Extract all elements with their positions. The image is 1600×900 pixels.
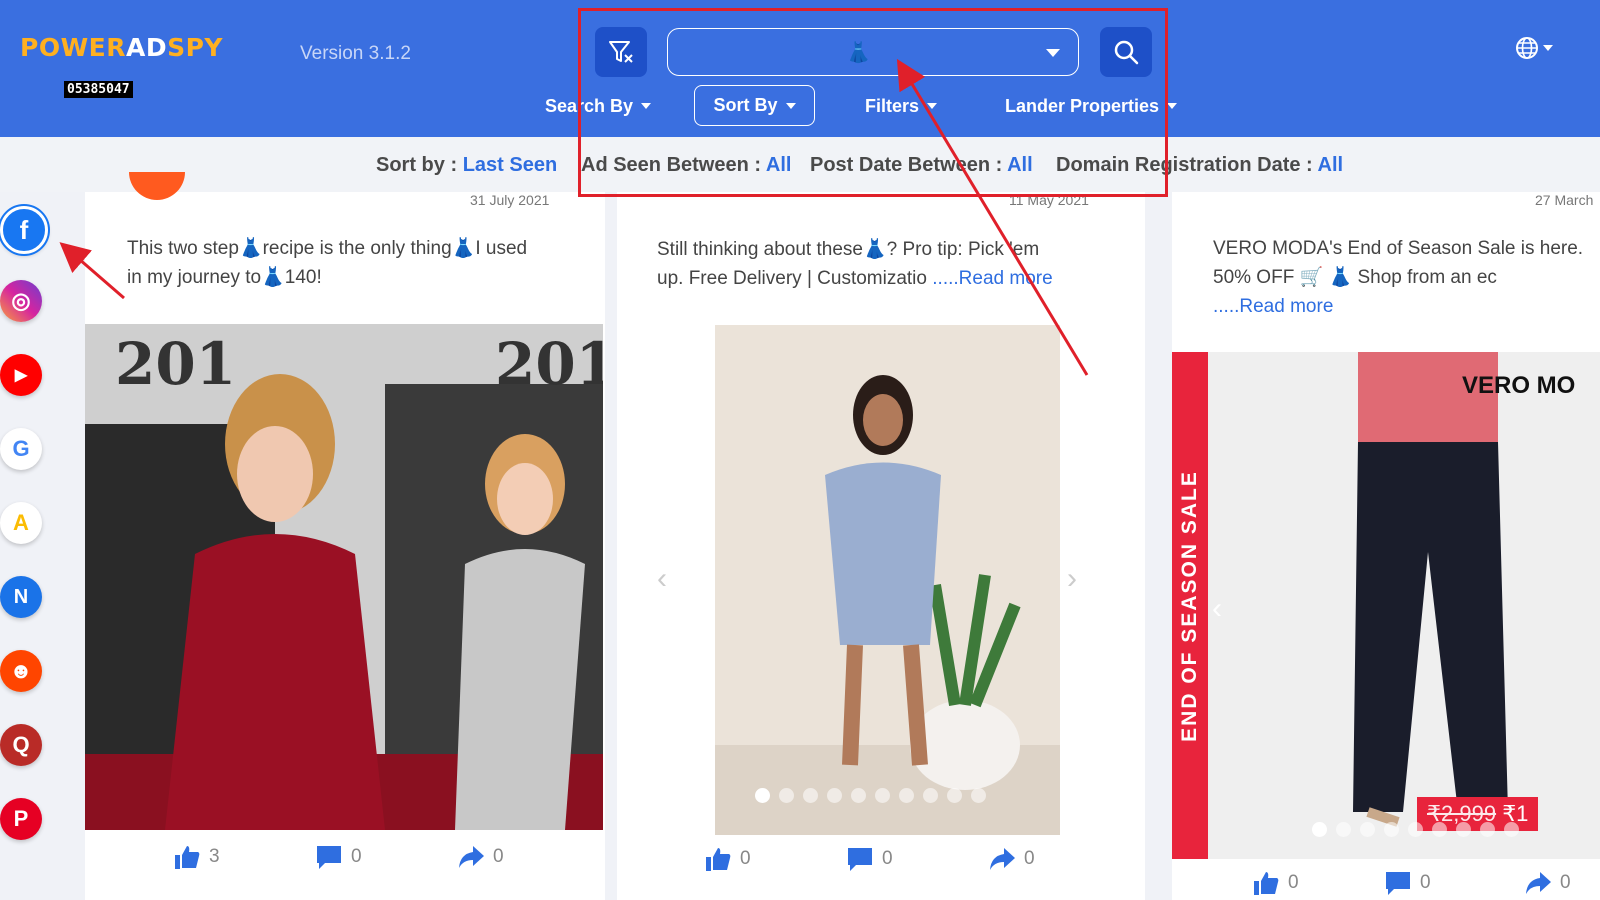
- reddit-icon[interactable]: ☻: [0, 650, 42, 692]
- ad-image[interactable]: [715, 325, 1060, 835]
- ad-card[interactable]: 27 March VERO MODA's End of Season Sale …: [1172, 192, 1600, 900]
- post-date-value-link[interactable]: All: [1007, 154, 1033, 176]
- search-button[interactable]: [1100, 27, 1152, 77]
- chevron-down-icon: [927, 103, 938, 109]
- svg-text:201: 201: [495, 330, 603, 398]
- post-date-summary: Post Date Between : All: [810, 154, 1033, 176]
- filters-dropdown[interactable]: Filters: [865, 94, 938, 118]
- chevron-down-icon: [641, 103, 652, 109]
- dress-emoji: 👗: [846, 42, 871, 64]
- comment-button[interactable]: 0: [846, 846, 893, 872]
- ad-text: This two step👗recipe is the only thing👗I…: [127, 238, 528, 288]
- comment-icon: [1386, 872, 1410, 895]
- pinterest-icon[interactable]: P: [0, 798, 42, 840]
- like-button[interactable]: 3: [173, 844, 220, 870]
- sort-summary: Sort by : Last Seen: [376, 154, 558, 176]
- share-button[interactable]: 0: [1524, 870, 1571, 896]
- ad-text: VERO MODA's End of Season Sale is here. …: [1213, 238, 1584, 317]
- chevron-down-icon: [785, 102, 796, 109]
- app-logo[interactable]: POWERADSPY: [20, 33, 223, 62]
- ad-image[interactable]: END OF SEASON SALE VERO MO ‹ ₹2,999 ₹1: [1172, 352, 1600, 859]
- ad-card[interactable]: 31 July 2021 This two step👗recipe is the…: [85, 172, 605, 900]
- comment-button[interactable]: 0: [315, 844, 362, 870]
- ad-text: Still thinking about these👗? Pro tip: Pi…: [657, 239, 1053, 289]
- read-more-link[interactable]: .....Read more: [1213, 296, 1333, 317]
- search-by-dropdown[interactable]: Search By: [545, 94, 652, 118]
- like-button[interactable]: 0: [704, 846, 751, 872]
- filter-clear-icon: [609, 41, 633, 63]
- search-input[interactable]: 👗: [667, 28, 1079, 76]
- user-id-badge: 05385047: [64, 81, 133, 98]
- ad-photo-illustration: [715, 325, 1060, 835]
- avatar: [129, 172, 185, 200]
- svg-text:201: 201: [115, 330, 236, 398]
- carousel-next-icon[interactable]: ›: [1067, 562, 1077, 596]
- search-icon: [1114, 40, 1139, 65]
- ad-seen-value-link[interactable]: All: [766, 154, 792, 176]
- quora-icon[interactable]: Q: [0, 724, 42, 766]
- thumbs-up-icon: [175, 846, 200, 869]
- carousel-prev-icon[interactable]: ‹: [1212, 592, 1222, 626]
- ad-seen-summary: Ad Seen Between : All: [581, 154, 792, 176]
- ad-image[interactable]: 201 201: [85, 324, 603, 830]
- post-date: 31 July 2021: [470, 192, 550, 208]
- clear-filter-button[interactable]: [595, 27, 647, 77]
- carousel-dots[interactable]: [755, 788, 986, 803]
- youtube-icon[interactable]: ▶: [0, 354, 42, 396]
- top-header: POWERADSPY 05385047 Version 3.1.2 👗 Sear…: [0, 0, 1600, 137]
- ad-card[interactable]: 11 May 2021 Still thinking about these👗?…: [617, 192, 1145, 900]
- google-icon[interactable]: G: [0, 428, 42, 470]
- chevron-down-icon[interactable]: [1046, 49, 1060, 57]
- share-button[interactable]: 0: [988, 846, 1035, 872]
- ad-photo-illustration: [1353, 352, 1508, 827]
- version-label: Version 3.1.2: [300, 43, 411, 64]
- carousel-prev-icon[interactable]: ‹: [657, 562, 667, 596]
- language-selector[interactable]: [1515, 36, 1553, 60]
- post-date: 11 May 2021: [1009, 192, 1089, 208]
- share-icon: [459, 846, 484, 868]
- native-ads-icon[interactable]: N: [0, 576, 42, 618]
- comment-icon: [848, 848, 872, 871]
- globe-icon: [1516, 37, 1538, 59]
- chevron-down-icon: [1543, 45, 1553, 51]
- like-button[interactable]: 0: [1252, 870, 1299, 896]
- domain-reg-value-link[interactable]: All: [1318, 154, 1344, 176]
- active-filters-bar: Sort by : Last Seen Ad Seen Between : Al…: [0, 137, 1600, 192]
- instagram-icon[interactable]: ◎: [0, 280, 42, 322]
- sale-banner-text: END OF SEASON SALE: [1178, 470, 1201, 742]
- comment-icon: [317, 846, 341, 869]
- share-button[interactable]: 0: [457, 844, 504, 870]
- chevron-down-icon: [1167, 103, 1178, 109]
- domain-reg-summary: Domain Registration Date : All: [1056, 154, 1344, 176]
- share-icon: [1526, 872, 1551, 894]
- google-ads-icon[interactable]: A: [0, 502, 42, 544]
- carousel-dots[interactable]: [1312, 822, 1519, 837]
- sort-by-dropdown[interactable]: Sort By: [694, 85, 815, 126]
- thumbs-up-icon: [1254, 872, 1279, 895]
- ad-photo-illustration: 201 201: [85, 324, 603, 830]
- thumbs-up-icon: [706, 848, 731, 871]
- facebook-icon[interactable]: f: [0, 204, 50, 256]
- brand-logo-text: VERO MO: [1462, 372, 1576, 399]
- lander-properties-dropdown[interactable]: Lander Properties: [1005, 94, 1178, 118]
- post-date: 27 March: [1535, 192, 1594, 208]
- read-more-link[interactable]: .....Read more: [932, 268, 1052, 289]
- share-icon: [990, 848, 1015, 870]
- sort-value-link[interactable]: Last Seen: [463, 154, 557, 176]
- comment-button[interactable]: 0: [1384, 870, 1431, 896]
